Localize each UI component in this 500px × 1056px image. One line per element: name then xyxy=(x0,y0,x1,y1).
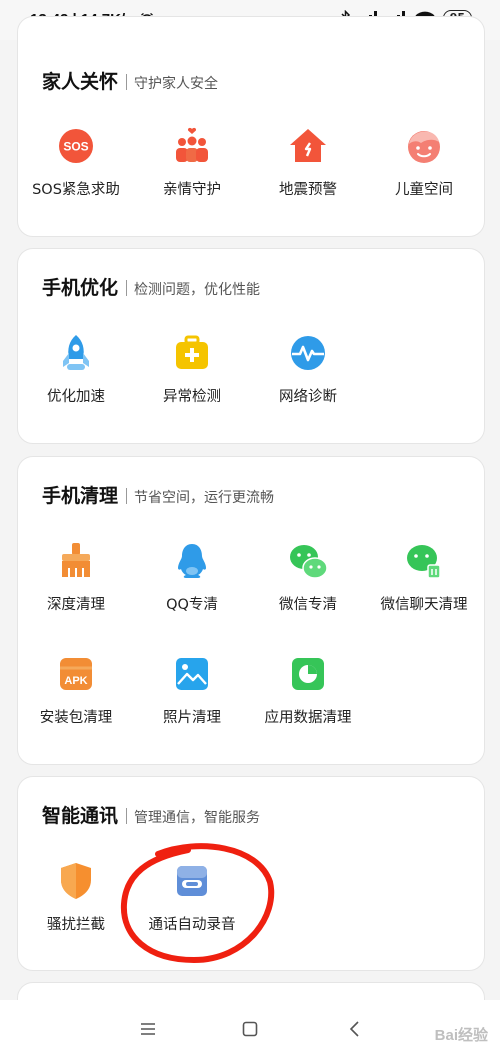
item-anomaly-check[interactable]: 异常检测 xyxy=(134,333,250,406)
section-subtitle: 节省空间，运行更流畅 xyxy=(134,490,275,506)
menu-button[interactable] xyxy=(133,1014,163,1044)
section-smart-communication: 智能通讯 管理通信，智能服务 骚扰拦截 通话自动录音 xyxy=(17,776,485,971)
wechat-chat-clean-icon xyxy=(407,545,441,579)
network-pulse-icon xyxy=(291,336,325,370)
section-title: 手机优化 xyxy=(42,277,119,299)
section-title: 家人关怀 xyxy=(42,71,119,93)
earthquake-house-icon xyxy=(290,129,326,162)
item-deep-clean[interactable]: 深度清理 xyxy=(18,541,134,614)
qq-penguin-icon xyxy=(178,544,206,578)
sos-icon: SOS xyxy=(59,129,93,163)
section-header: 手机清理 节省空间，运行更流畅 xyxy=(42,481,274,508)
section-phone-clean: 手机清理 节省空间，运行更流畅 深度清理 QQ专清 微信专清 微信聊天清理 AP… xyxy=(17,456,485,765)
family-icon xyxy=(176,127,208,162)
item-network-diagnosis[interactable]: 网络诊断 xyxy=(250,333,366,406)
broom-icon xyxy=(62,543,90,577)
wechat-icon xyxy=(290,545,328,579)
watermark: Bai经验 xyxy=(434,1027,488,1044)
rocket-icon xyxy=(63,335,89,370)
section-subtitle: 守护家人安全 xyxy=(134,76,219,92)
section-subtitle: 管理通信，智能服务 xyxy=(134,810,261,826)
item-earthquake-warning[interactable]: 地震预警 xyxy=(250,126,366,199)
section-header: 家人关怀 守护家人安全 xyxy=(42,67,218,94)
photo-icon xyxy=(176,658,208,690)
section-family-care: 家人关怀 守护家人安全 SOS SOS紧急求助 亲情守护 地震预警 儿童空间 xyxy=(17,16,485,237)
item-wechat-chat-clean[interactable]: 微信聊天清理 xyxy=(366,541,482,614)
svg-text:SOS: SOS xyxy=(63,140,88,154)
item-auto-call-recording[interactable]: 通话自动录音 xyxy=(134,861,250,934)
apk-icon: APK xyxy=(60,658,92,690)
call-record-icon xyxy=(177,866,207,896)
shield-icon xyxy=(61,863,91,899)
item-wechat-clean[interactable]: 微信专清 xyxy=(250,541,366,614)
item-apk-clean[interactable]: APK 安装包清理 xyxy=(18,654,134,727)
section-header: 智能通讯 管理通信，智能服务 xyxy=(42,801,260,828)
home-button[interactable] xyxy=(235,1014,265,1044)
back-chevron-icon xyxy=(349,1021,359,1037)
svg-text:APK: APK xyxy=(64,675,87,687)
section-title: 手机清理 xyxy=(42,485,119,507)
back-button[interactable] xyxy=(340,1014,370,1044)
item-app-data-clean[interactable]: 应用数据清理 xyxy=(250,654,366,727)
pie-chart-icon xyxy=(292,658,324,690)
home-square-icon xyxy=(242,1021,258,1037)
item-qq-clean[interactable]: QQ专清 xyxy=(134,541,250,614)
section-title: 智能通讯 xyxy=(42,805,119,827)
section-subtitle: 检测问题，优化性能 xyxy=(134,282,261,298)
child-face-icon xyxy=(408,131,440,163)
item-sos[interactable]: SOS SOS紧急求助 xyxy=(18,126,134,199)
menu-icon xyxy=(141,1023,155,1035)
section-header: 手机优化 检测问题，优化性能 xyxy=(42,273,260,300)
item-photo-clean[interactable]: 照片清理 xyxy=(134,654,250,727)
item-kids-space[interactable]: 儿童空间 xyxy=(366,126,482,199)
medical-kit-icon xyxy=(176,335,208,369)
item-speed-boost[interactable]: 优化加速 xyxy=(18,333,134,406)
item-family-guard[interactable]: 亲情守护 xyxy=(134,126,250,199)
section-phone-optimize: 手机优化 检测问题，优化性能 优化加速 异常检测 网络诊断 xyxy=(17,248,485,444)
item-harassment-block[interactable]: 骚扰拦截 xyxy=(18,861,134,934)
navigation-bar xyxy=(0,1000,500,1056)
